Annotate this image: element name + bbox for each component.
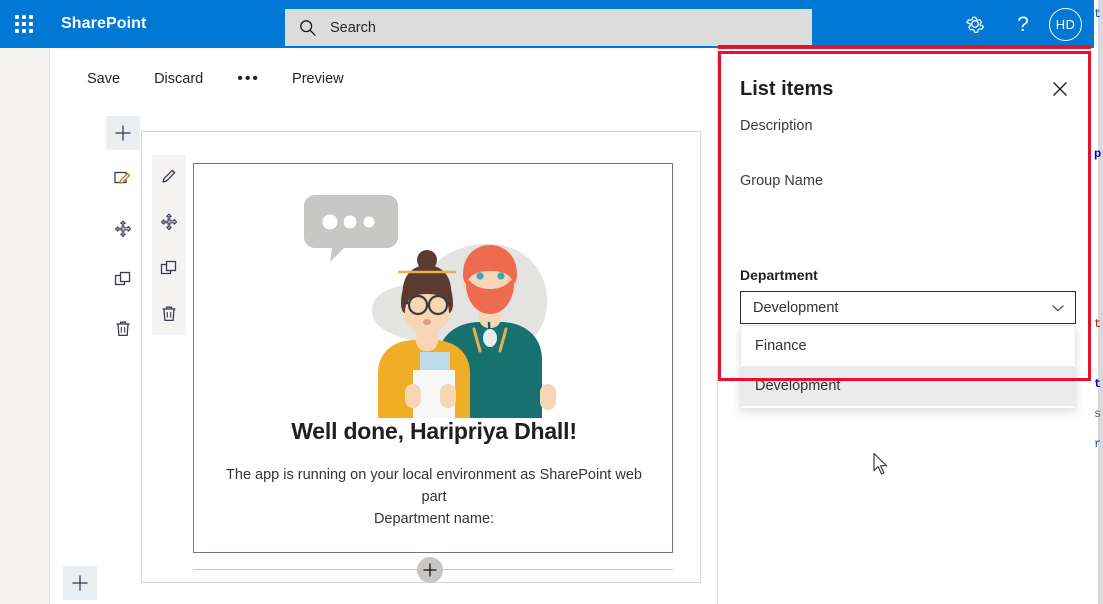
add-section-bottom-button[interactable]: [63, 566, 97, 600]
app-launcher-icon[interactable]: [0, 0, 48, 48]
duplicate-icon: [160, 260, 177, 275]
move-webpart-button[interactable]: [152, 205, 186, 239]
webpart-title: Well done, Haripriya Dhall!: [291, 418, 577, 444]
move-section-button[interactable]: [106, 212, 140, 246]
more-options-button[interactable]: •••: [235, 66, 262, 92]
code-gutter: [1098, 0, 1103, 604]
webpart-subtitle-line3: Department name:: [373, 511, 495, 527]
plus-icon: [115, 125, 131, 141]
save-button[interactable]: Save: [85, 67, 122, 91]
field-label-department: Department: [740, 267, 818, 283]
property-panel: List items Description Group Name Depart…: [717, 48, 1094, 604]
pencil-icon: [162, 169, 176, 183]
webpart-container[interactable]: Well done, Haripriya Dhall! The app is r…: [193, 163, 673, 553]
waffle-grid: [15, 15, 33, 33]
gear-glyph: [966, 16, 985, 33]
delete-section-button[interactable]: [106, 312, 140, 346]
trash-icon: [116, 321, 130, 337]
suite-header: SharePoint Search ? HD: [0, 0, 1094, 48]
trash-icon: [162, 306, 176, 322]
code-fragment: t: [1094, 377, 1102, 391]
move-icon: [160, 213, 178, 231]
gear-icon[interactable]: [951, 0, 999, 48]
move-icon: [114, 220, 132, 238]
app-root: SharePoint Search ? HD Save Discard ••• …: [0, 0, 1103, 604]
duplicate-webpart-button[interactable]: [152, 251, 186, 285]
plus-icon: [423, 563, 437, 577]
department-selected-value: Development: [753, 299, 839, 316]
edit-webpart-button[interactable]: [152, 159, 186, 193]
dropdown-option-development[interactable]: Development: [741, 366, 1075, 406]
edit-section-button[interactable]: [106, 162, 140, 196]
two-people-speech-bubble-illustration: [304, 195, 556, 418]
chevron-down-icon: [1052, 304, 1064, 311]
close-icon[interactable]: [1046, 75, 1074, 103]
close-glyph: [1053, 82, 1067, 96]
suite-header-actions: ? HD: [951, 0, 1094, 48]
delete-webpart-button[interactable]: [152, 297, 186, 331]
add-section-button[interactable]: [106, 116, 140, 150]
preview-button[interactable]: Preview: [290, 67, 346, 91]
help-icon[interactable]: ?: [999, 0, 1047, 48]
duplicate-section-button[interactable]: [106, 262, 140, 296]
field-label-group-name: Group Name: [740, 173, 824, 189]
department-dropdown-options: Finance Development: [740, 325, 1076, 409]
discard-button[interactable]: Discard: [152, 67, 205, 91]
page-canvas: Well done, Haripriya Dhall! The app is r…: [51, 110, 716, 604]
brand-sharepoint[interactable]: SharePoint: [61, 15, 146, 33]
code-fragment: s: [1094, 407, 1102, 421]
annotation-highlight-top: [718, 45, 1091, 49]
left-rail: [0, 48, 50, 604]
search-icon: [300, 19, 316, 36]
dropdown-option-finance[interactable]: Finance: [741, 326, 1075, 366]
section-toolbar: [106, 116, 140, 362]
panel-header: List items: [740, 72, 1074, 106]
code-fragment: r: [1094, 437, 1102, 451]
webpart-subtitle: The app is running on your local environ…: [216, 464, 652, 530]
webpart-toolbar: [152, 155, 186, 335]
field-label-description: Description: [740, 118, 813, 134]
add-webpart-inline-button[interactable]: [417, 557, 443, 583]
duplicate-icon: [114, 271, 131, 286]
search-placeholder: Search: [330, 19, 376, 36]
code-fragment: t: [1094, 7, 1102, 21]
help-label: ?: [1017, 12, 1029, 36]
code-fragment: p: [1094, 147, 1102, 161]
edit-section-icon: [114, 171, 131, 184]
plus-icon: [72, 575, 88, 591]
department-dropdown[interactable]: Development: [740, 291, 1076, 324]
command-bar: Save Discard ••• Preview: [51, 48, 716, 110]
avatar[interactable]: HD: [1049, 7, 1082, 41]
search-input[interactable]: Search: [285, 9, 812, 46]
code-fragment: t: [1094, 317, 1102, 331]
background-code-strip: t p t t s r: [1094, 0, 1103, 604]
panel-title: List items: [740, 77, 834, 100]
webpart-subtitle-line1: The app is running on your local environ…: [226, 467, 612, 483]
